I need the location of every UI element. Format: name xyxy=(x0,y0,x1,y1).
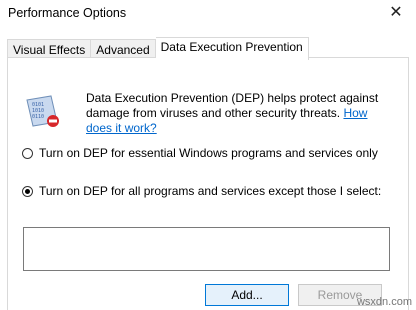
option-all-except-selected-label: Turn on DEP for all programs and service… xyxy=(39,184,382,198)
window-title: Performance Options xyxy=(8,6,127,20)
tab-strip: Visual Effects Advanced Data Execution P… xyxy=(7,37,309,60)
radio-essential-only[interactable] xyxy=(22,147,33,159)
svg-text:0110: 0110 xyxy=(32,114,44,120)
dep-description-text: Data Execution Prevention (DEP) helps pr… xyxy=(86,91,379,120)
radio-all-except-selected[interactable] xyxy=(22,185,33,197)
tab-data-execution-prevention[interactable]: Data Execution Prevention xyxy=(155,37,309,60)
option-all-except-selected[interactable]: Turn on DEP for all programs and service… xyxy=(22,184,381,198)
option-essential-only-label: Turn on DEP for essential Windows progra… xyxy=(39,146,378,160)
performance-options-window: Performance Options ✕ Visual Effects Adv… xyxy=(0,0,416,310)
watermark: wsxdn.com xyxy=(356,296,412,308)
dep-description: Data Execution Prevention (DEP) helps pr… xyxy=(86,91,386,136)
add-button[interactable]: Add... xyxy=(205,284,289,306)
close-icon[interactable]: ✕ xyxy=(386,2,406,22)
dep-panel: 0101 1010 0110 Data Execution Prevention… xyxy=(7,57,409,310)
exception-list[interactable] xyxy=(23,227,390,271)
dep-shield-icon: 0101 1010 0110 xyxy=(26,95,59,127)
option-essential-only[interactable]: Turn on DEP for essential Windows progra… xyxy=(22,146,378,160)
